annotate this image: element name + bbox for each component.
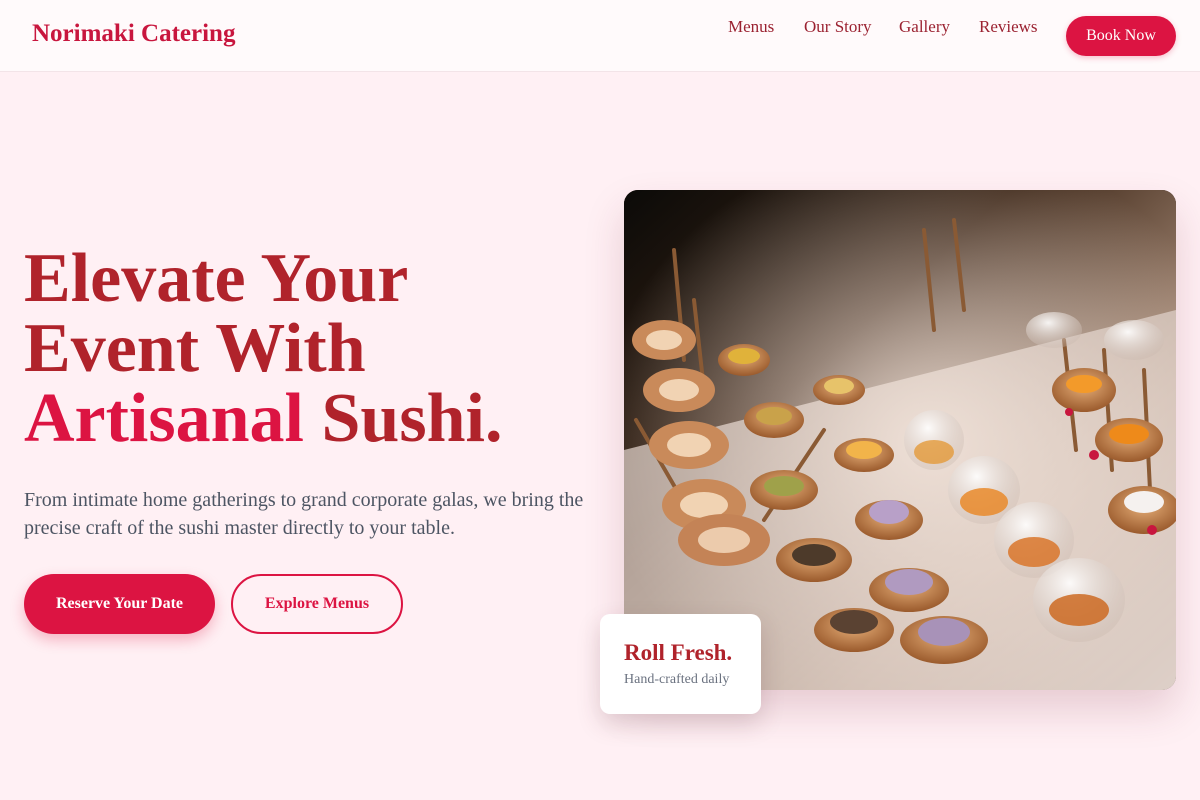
nav-link-menus[interactable]: Menus: [728, 17, 774, 37]
hero-description: From intimate home gatherings to grand c…: [24, 489, 584, 539]
hero-title-line-1: Elevate Your: [24, 240, 409, 317]
hero-title-accent: Artisanal: [24, 380, 304, 457]
book-now-button[interactable]: Book Now: [1066, 16, 1176, 56]
hero-title: Elevate Your Event With Artisanal Sushi.: [24, 244, 604, 454]
brand-logo-text[interactable]: Norimaki Catering: [32, 20, 235, 48]
roll-fresh-badge: Roll Fresh. Hand-crafted daily: [600, 614, 761, 714]
reserve-date-button[interactable]: Reserve Your Date: [24, 574, 215, 634]
top-navigation-bar: Norimaki Catering Menus Our Story Galler…: [0, 0, 1200, 72]
badge-subtitle: Hand-crafted daily: [624, 672, 730, 687]
hero-title-end: Sushi.: [304, 380, 503, 457]
nav-link-reviews[interactable]: Reviews: [979, 17, 1038, 37]
badge-title: Roll Fresh.: [624, 640, 733, 665]
explore-menus-button[interactable]: Explore Menus: [231, 574, 403, 634]
hero-title-line-2: Event With: [24, 310, 366, 387]
nav-link-our-story[interactable]: Our Story: [804, 17, 872, 37]
nav-link-gallery[interactable]: Gallery: [899, 17, 950, 37]
